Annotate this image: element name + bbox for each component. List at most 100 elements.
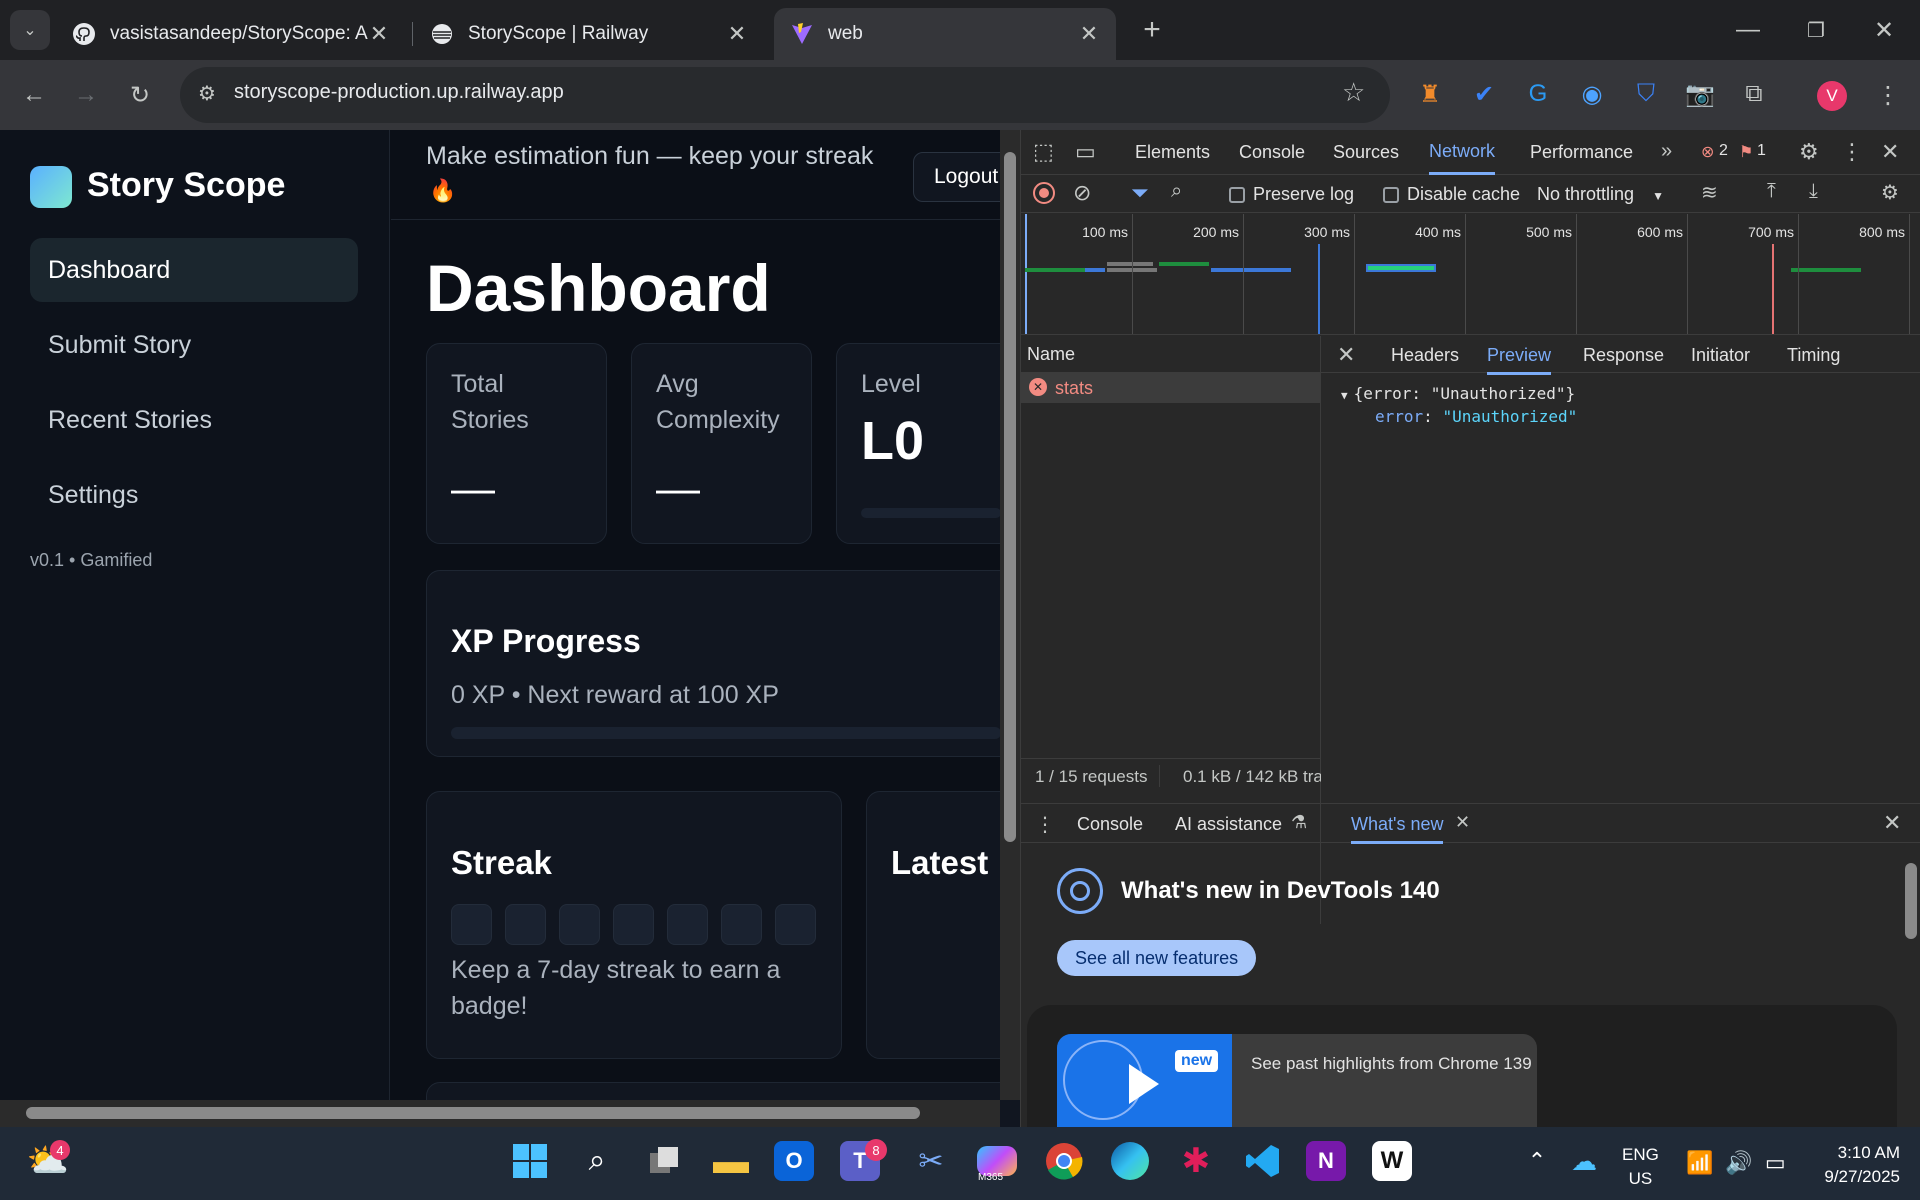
nav-submit-story[interactable]: Submit Story — [30, 313, 358, 377]
extension-grammar-icon[interactable]: G — [1518, 74, 1558, 114]
url-text[interactable]: storyscope-production.up.railway.app — [234, 81, 564, 104]
close-whats-new-icon[interactable]: ✕ — [1455, 812, 1470, 833]
extensions-puzzle-icon[interactable]: ⧉ — [1734, 74, 1774, 114]
detail-tab-headers[interactable]: Headers — [1391, 345, 1459, 366]
new-tab-icon[interactable]: + — [1132, 10, 1172, 50]
request-row[interactable]: ✕ stats — [1021, 373, 1320, 403]
snipping-tool-icon[interactable]: ✂ — [907, 1137, 955, 1185]
forward-icon[interactable]: → — [66, 75, 106, 115]
drawer-tab-whats-new[interactable]: What's new — [1351, 814, 1444, 844]
vertical-scrollbar[interactable] — [1000, 130, 1020, 1100]
nav-settings[interactable]: Settings — [30, 463, 358, 527]
issue-count[interactable]: 1 — [1757, 142, 1766, 160]
close-tab-icon[interactable]: ✕ — [368, 21, 390, 47]
network-overview[interactable]: 100 ms 200 ms 300 ms 400 ms 500 ms 600 ms 700 … — [1021, 214, 1920, 335]
preview-tree[interactable]: ▼ {error: "Unauthorized"} error: "Unautho… — [1341, 384, 1577, 426]
minimize-icon[interactable]: — — [1728, 10, 1768, 50]
error-icon[interactable]: ⊗ — [1701, 142, 1714, 162]
search-icon[interactable]: ⌕ — [1171, 180, 1182, 203]
vscode-icon[interactable] — [1239, 1137, 1287, 1185]
wifi-icon[interactable]: 📶 — [1686, 1150, 1713, 1176]
import-har-icon[interactable]: ⤒ — [1767, 180, 1776, 203]
drawer-tab-ai-assistance[interactable]: AI assistance — [1175, 814, 1282, 835]
see-all-features-button[interactable]: See all new features — [1057, 940, 1257, 976]
device-toolbar-icon[interactable]: ▭ — [1075, 139, 1096, 165]
site-info-icon[interactable]: ⚙ — [198, 81, 226, 109]
preview-root-row[interactable]: ▼ {error: "Unauthorized"} — [1341, 384, 1577, 403]
extension-icon[interactable]: ♜ — [1410, 74, 1450, 114]
logout-button[interactable]: Logout — [913, 152, 1013, 202]
scrollbar-thumb[interactable] — [1004, 152, 1016, 842]
extension-check-icon[interactable]: ✔ — [1464, 74, 1504, 114]
window-close-icon[interactable]: ✕ — [1864, 10, 1904, 50]
play-icon[interactable] — [1129, 1064, 1159, 1104]
close-detail-icon[interactable]: ✕ — [1337, 342, 1355, 368]
drawer-tab-console[interactable]: Console — [1077, 814, 1143, 835]
detail-tab-timing[interactable]: Timing — [1787, 345, 1840, 366]
back-icon[interactable]: ← — [14, 75, 54, 115]
extension-camera-icon[interactable]: 📷 — [1680, 74, 1720, 114]
inspect-element-icon[interactable]: ⬚ — [1033, 139, 1054, 165]
tab-console[interactable]: Console — [1239, 130, 1305, 175]
task-view-icon[interactable] — [640, 1137, 688, 1185]
devtools-menu-icon[interactable]: ⋮ — [1841, 139, 1863, 165]
clear-icon[interactable]: ⊘ — [1073, 180, 1091, 206]
language-indicator[interactable]: ENG US — [1622, 1143, 1659, 1191]
drawer-menu-icon[interactable]: ⋮ — [1035, 812, 1055, 837]
volume-icon[interactable]: 🔊 — [1725, 1150, 1752, 1176]
devtools-settings-icon[interactable]: ⚙ — [1799, 139, 1819, 165]
browser-menu-icon[interactable]: ⋮ — [1868, 75, 1908, 115]
tab-network[interactable]: Network — [1429, 130, 1496, 175]
onedrive-icon[interactable]: ☁ — [1560, 1137, 1608, 1185]
expand-triangle-icon[interactable]: ▼ — [1341, 389, 1348, 402]
clock[interactable]: 3:10 AM 9/27/2025 — [1800, 1141, 1900, 1189]
more-tabs-icon[interactable]: » — [1661, 140, 1672, 163]
tab-railway[interactable]: StoryScope | Railway ✕ — [414, 8, 764, 60]
detail-tab-response[interactable]: Response — [1583, 345, 1664, 366]
system-tray[interactable]: 📶 🔊 ▭ — [1686, 1150, 1786, 1176]
detail-tab-preview[interactable]: Preview — [1487, 345, 1552, 375]
drawer-scrollbar[interactable] — [1901, 843, 1920, 1127]
close-devtools-icon[interactable]: ✕ — [1881, 139, 1899, 165]
highlight-card[interactable]: new See past highlights from Chrome 139 — [1057, 1034, 1537, 1127]
horizontal-scrollbar[interactable] — [0, 1100, 1000, 1127]
tab-github[interactable]: vasistasandeep/StoryScope: Ap ✕ — [56, 8, 406, 60]
network-conditions-icon[interactable]: ≋ — [1701, 180, 1718, 205]
scrollbar-thumb[interactable] — [1905, 863, 1917, 939]
show-hidden-icons-icon[interactable]: ⌃ — [1513, 1137, 1561, 1185]
outlook-icon[interactable]: O — [774, 1141, 814, 1181]
profile-avatar[interactable]: V — [1817, 81, 1847, 111]
bookmark-star-icon[interactable]: ☆ — [1342, 77, 1365, 108]
filter-icon[interactable]: ⏷ — [1131, 180, 1149, 206]
tab-elements[interactable]: Elements — [1135, 130, 1210, 175]
slack-icon[interactable]: ✱ — [1172, 1137, 1220, 1185]
chrome-icon[interactable] — [1040, 1137, 1088, 1185]
reload-icon[interactable]: ↻ — [120, 75, 160, 115]
close-tab-icon[interactable]: ✕ — [726, 21, 748, 47]
tab-sources[interactable]: Sources — [1333, 130, 1399, 175]
tab-search-button[interactable]: ⌄ — [10, 10, 50, 50]
search-taskbar-icon[interactable]: ⌕ — [573, 1137, 621, 1185]
edge-icon[interactable] — [1106, 1137, 1154, 1185]
preserve-log-checkbox[interactable]: Preserve log — [1229, 184, 1354, 205]
throttling-select[interactable]: No throttling ▼ — [1537, 184, 1664, 205]
issue-icon[interactable]: ⚑ — [1739, 142, 1753, 162]
scrollbar-thumb[interactable] — [26, 1107, 920, 1119]
nav-dashboard[interactable]: Dashboard — [30, 238, 358, 302]
disable-cache-checkbox[interactable]: Disable cache — [1383, 184, 1520, 205]
close-tab-icon[interactable]: ✕ — [1078, 21, 1100, 47]
extension-shield-icon[interactable]: ⛉ — [1626, 74, 1666, 114]
close-drawer-icon[interactable]: ✕ — [1883, 810, 1901, 836]
start-icon[interactable] — [506, 1137, 554, 1185]
address-bar[interactable]: ⚙ storyscope-production.up.railway.app ☆ — [180, 67, 1390, 123]
battery-icon[interactable]: ▭ — [1765, 1150, 1786, 1176]
detail-tab-initiator[interactable]: Initiator — [1691, 345, 1750, 366]
file-explorer-icon[interactable]: ▬ — [707, 1137, 755, 1185]
tab-performance[interactable]: Performance — [1530, 130, 1633, 175]
onenote-icon[interactable]: N — [1306, 1141, 1346, 1181]
nav-recent-stories[interactable]: Recent Stories — [30, 388, 358, 452]
export-har-icon[interactable]: ⤓ — [1809, 180, 1818, 203]
terminal-app-icon[interactable]: W — [1372, 1141, 1412, 1181]
network-settings-icon[interactable]: ⚙ — [1881, 180, 1899, 205]
record-icon[interactable] — [1033, 182, 1055, 204]
